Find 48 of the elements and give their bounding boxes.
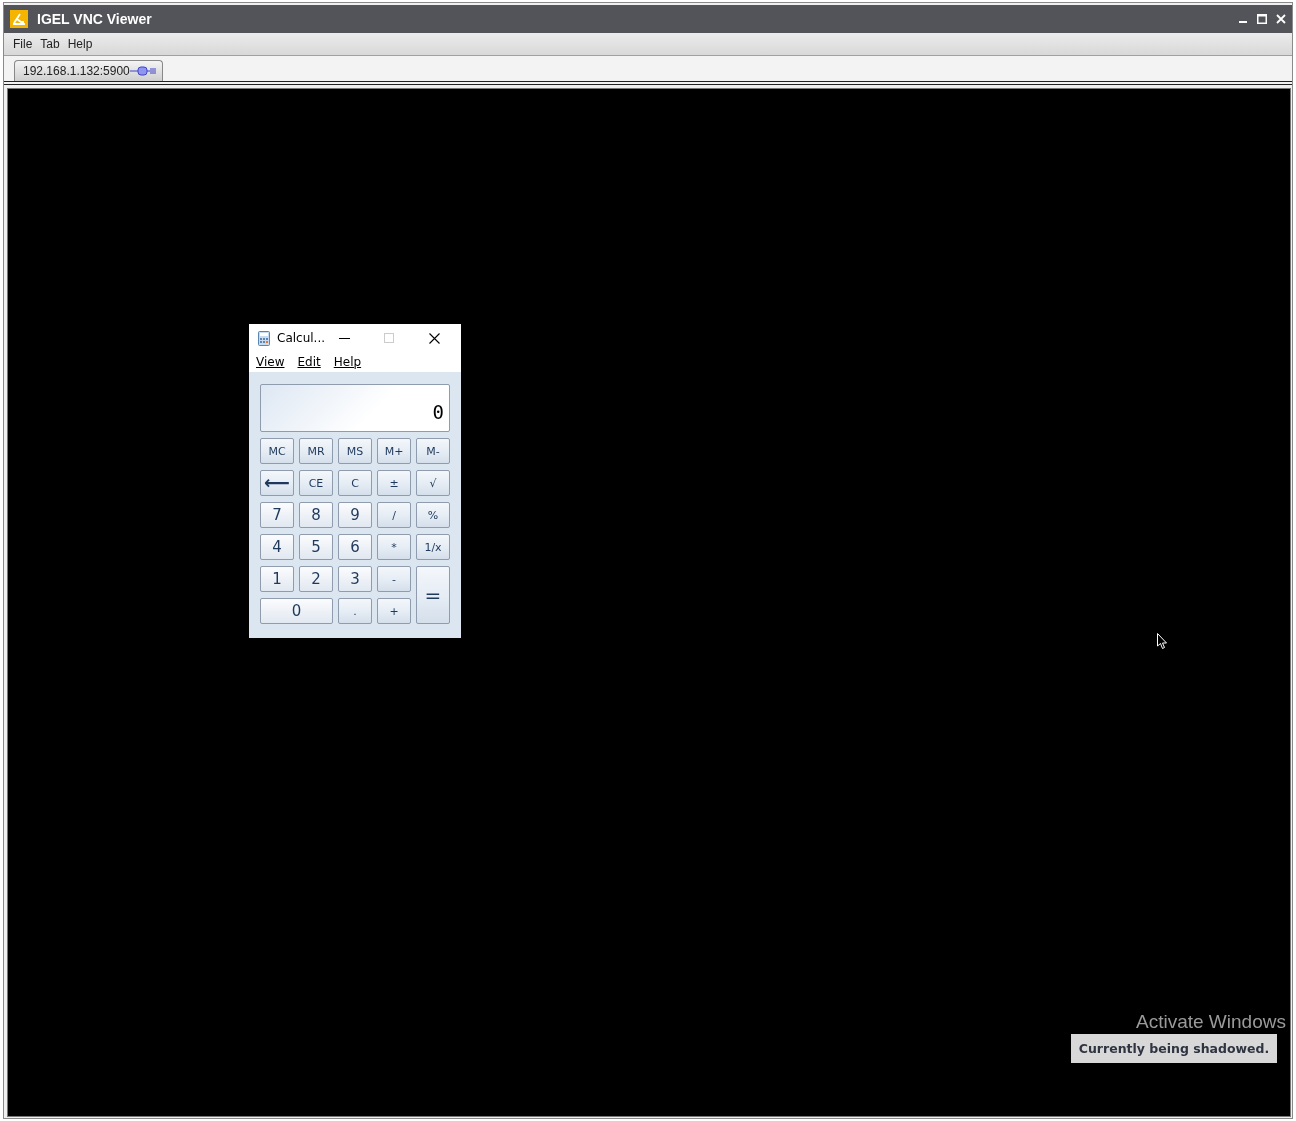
calculator-key[interactable]: 2 <box>299 566 333 592</box>
calculator-icon <box>258 330 270 346</box>
calculator-key[interactable]: MC <box>260 438 294 464</box>
calculator-key[interactable]: 0 <box>260 598 333 624</box>
calculator-key[interactable]: + <box>377 598 411 624</box>
calculator-key[interactable]: % <box>416 502 450 528</box>
calculator-key[interactable]: * <box>377 534 411 560</box>
calculator-key[interactable]: ± <box>377 470 411 496</box>
calculator-key[interactable]: M- <box>416 438 450 464</box>
menu-item[interactable]: View <box>256 355 285 369</box>
calculator-key[interactable]: C <box>338 470 372 496</box>
calculator-key[interactable]: 9 <box>338 502 372 528</box>
status-label: Currently being shadowed. <box>1071 1034 1277 1063</box>
calculator-key[interactable]: / <box>377 502 411 528</box>
menu-item[interactable]: Help <box>67 37 93 51</box>
menu-item[interactable]: Edit <box>297 355 321 369</box>
mouse-cursor-icon <box>1157 633 1168 650</box>
calculator-key[interactable]: = <box>416 566 450 624</box>
plug-icon <box>129 66 156 76</box>
menu-item[interactable]: File <box>13 37 33 51</box>
calculator-key[interactable]: CE <box>299 470 333 496</box>
calculator-key[interactable]: 4 <box>260 534 294 560</box>
window-title: IGEL VNC Viewer <box>37 11 152 27</box>
maximize-icon[interactable] <box>1257 14 1267 24</box>
connection-tab[interactable]: 192.168.1.132:5900 <box>14 60 163 81</box>
calculator-key[interactable]: 1 <box>260 566 294 592</box>
calculator-key[interactable]: 3 <box>338 566 372 592</box>
maximize-icon <box>384 333 394 343</box>
calculator-key[interactable]: 6 <box>338 534 372 560</box>
calculator-key[interactable]: MR <box>299 438 333 464</box>
calculator-key[interactable]: MS <box>338 438 372 464</box>
calculator-key[interactable]: 1/x <box>416 534 450 560</box>
activation-notice: Activate Windows <box>1136 1011 1287 1033</box>
app-logo-icon <box>10 10 28 28</box>
calculator-key[interactable]: 7 <box>260 502 294 528</box>
calculator-key[interactable]: - <box>377 566 411 592</box>
calculator-key[interactable]: ⟵ <box>260 470 294 496</box>
calculator-key[interactable]: M+ <box>377 438 411 464</box>
menu-item[interactable]: Help <box>333 355 362 369</box>
calculator-title: Calcul... <box>277 331 327 345</box>
calculator-key[interactable]: √ <box>416 470 450 496</box>
calculator-key[interactable]: 8 <box>299 502 333 528</box>
close-icon[interactable] <box>429 332 440 344</box>
calculator-key[interactable]: . <box>338 598 372 624</box>
menu-item[interactable]: Tab <box>40 37 60 51</box>
minimize-icon[interactable] <box>339 337 350 339</box>
calculator-key[interactable]: 5 <box>299 534 333 560</box>
calculator-display: 0 <box>260 384 450 432</box>
